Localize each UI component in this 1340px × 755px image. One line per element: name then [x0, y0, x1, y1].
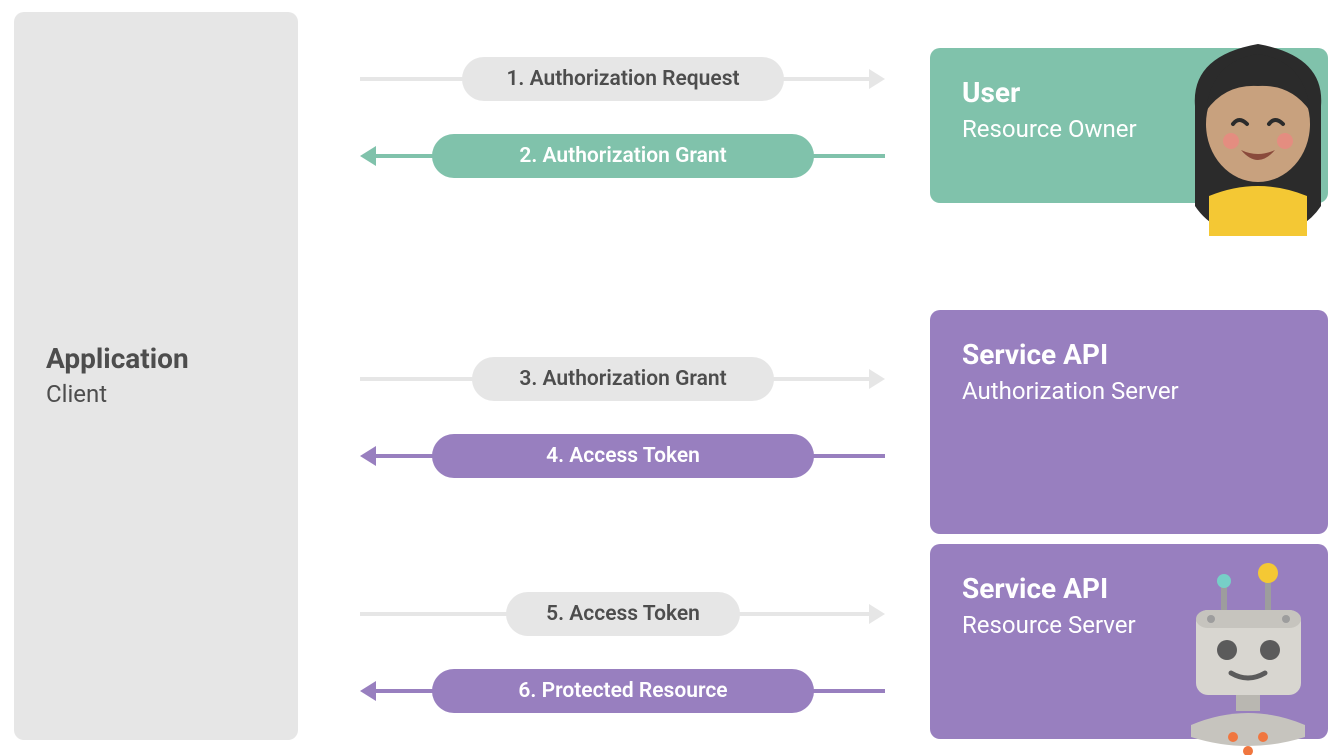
auth-server-box: Service API Authorization Server [930, 310, 1328, 534]
step2-label: 2. Authorization Grant [519, 144, 726, 168]
step3-label: 3. Authorization Grant [519, 367, 726, 391]
pill-step2: 2. Authorization Grant [432, 134, 814, 178]
pill-step6: 6. Protected Resource [432, 669, 814, 713]
step6-label: 6. Protected Resource [518, 679, 727, 703]
auth-server-title: Service API [962, 338, 1296, 372]
pill-step5: 5. Access Token [506, 592, 740, 636]
pill-step4: 4. Access Token [432, 434, 814, 478]
pill-step1: 1. Authorization Request [462, 57, 784, 101]
application-subtitle: Client [46, 379, 266, 410]
application-box: Application Client [14, 12, 298, 740]
robot-icon [1161, 555, 1336, 755]
step5-label: 5. Access Token [546, 602, 700, 626]
step1-label: 1. Authorization Request [506, 67, 739, 91]
auth-server-subtitle: Authorization Server [962, 376, 1296, 407]
user-avatar-icon [1181, 36, 1336, 236]
pill-step3: 3. Authorization Grant [472, 357, 774, 401]
step4-label: 4. Access Token [546, 444, 700, 468]
application-title: Application [46, 342, 266, 376]
